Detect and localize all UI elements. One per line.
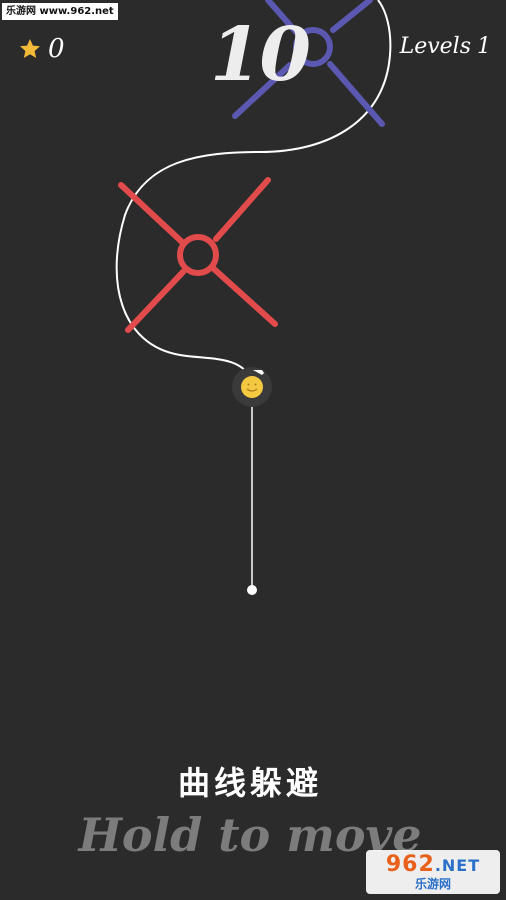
smiley-ball[interactable] <box>232 367 272 407</box>
red-cross-spinner <box>118 177 278 333</box>
level-label: Levels <box>399 34 471 59</box>
watermark-logo: 962.NET 乐游网 <box>366 850 500 894</box>
score-display: 0 <box>18 34 65 64</box>
watermark-logo-main: 962.NET <box>386 854 480 876</box>
score-value: 0 <box>48 34 65 64</box>
level-indicator: Levels 1 <box>400 34 491 59</box>
countdown-number: 10 <box>210 12 311 98</box>
aim-end-dot <box>247 585 257 595</box>
star-icon <box>20 39 40 58</box>
logo-net: .NET <box>434 856 481 875</box>
logo-digits: 962 <box>385 852 435 877</box>
watermark-logo-sub: 乐游网 <box>414 877 451 891</box>
watermark-top: 乐游网 www.962.net <box>2 3 118 20</box>
game-title: 曲线躲避 <box>177 764 322 802</box>
level-number: 1 <box>477 34 491 59</box>
